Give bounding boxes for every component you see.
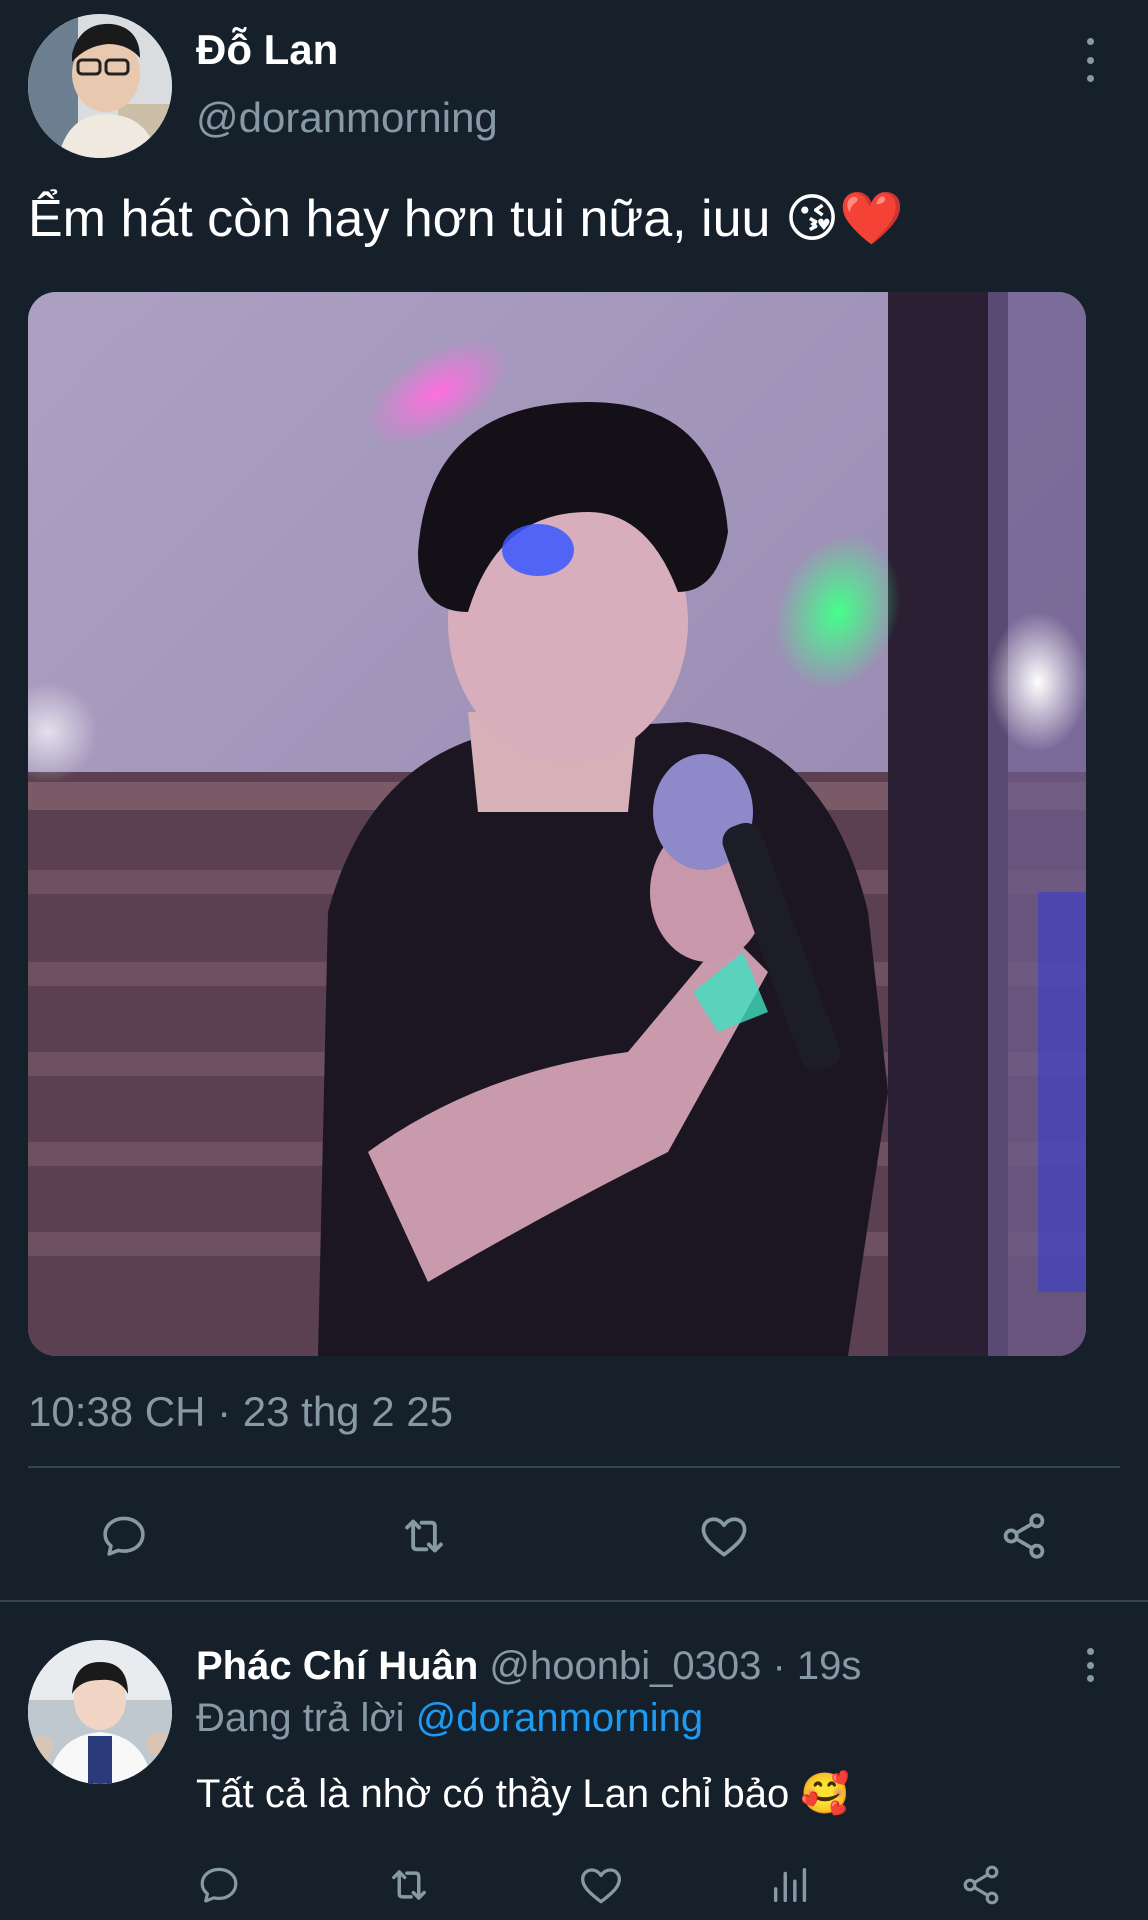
- share-button[interactable]: [994, 1506, 1054, 1566]
- replying-to-mention[interactable]: @doranmorning: [416, 1696, 703, 1740]
- divider-timestamp: [28, 1466, 1120, 1468]
- reply-time-separator: ·: [761, 1644, 797, 1688]
- reply-analytics-button[interactable]: [764, 1858, 818, 1912]
- reply-reply-button[interactable]: [192, 1858, 246, 1912]
- author-name[interactable]: Đỗ Lan: [196, 26, 338, 74]
- retweet-button[interactable]: [394, 1506, 454, 1566]
- reply-header: Phác Chí Huân @hoonbi_0303 · 19s: [196, 1644, 861, 1689]
- retweet-icon: [392, 1870, 426, 1900]
- tweet-timestamp[interactable]: 10:38 CH · 23 thg 2 25: [28, 1388, 453, 1436]
- share-icon: [1003, 1513, 1045, 1559]
- comment-bubble-icon: [103, 1516, 145, 1556]
- replying-label: Đang trả lời: [196, 1696, 405, 1740]
- reply-author-handle[interactable]: @hoonbi_0303: [489, 1644, 761, 1688]
- reply-text: Tất cả là nhờ có thầy Lan chỉ bảo 🥰: [196, 1772, 851, 1816]
- reply-more-options-icon[interactable]: [1078, 1648, 1102, 1682]
- like-button[interactable]: [694, 1506, 754, 1566]
- tweet-media-image[interactable]: [28, 292, 1086, 1356]
- karaoke-photo: [28, 292, 1086, 1356]
- reply-time[interactable]: 19s: [797, 1644, 862, 1688]
- divider-tweet-reply: [0, 1600, 1148, 1602]
- replying-to-line: Đang trả lời @doranmorning: [196, 1696, 703, 1741]
- analytics-bars-icon: [773, 1867, 807, 1903]
- heart-icon: [581, 1868, 621, 1904]
- reply-author-name[interactable]: Phác Chí Huân: [196, 1644, 478, 1688]
- tweet-text: Ểm hát còn hay hơn tui nữa, iuu 😘❤️: [28, 190, 904, 248]
- more-options-icon[interactable]: [1078, 38, 1102, 82]
- author-avatar-photo: [28, 14, 172, 158]
- share-icon: [963, 1865, 999, 1905]
- reply-author-avatar-photo: [28, 1640, 172, 1784]
- author-avatar[interactable]: [28, 14, 172, 158]
- author-handle[interactable]: @doranmorning: [196, 94, 498, 142]
- comment-bubble-icon: [200, 1867, 238, 1903]
- reply-like-button[interactable]: [574, 1858, 628, 1912]
- reply-retweet-button[interactable]: [382, 1858, 436, 1912]
- reply-share-button[interactable]: [954, 1858, 1008, 1912]
- heart-icon: [701, 1517, 747, 1557]
- retweet-icon: [405, 1519, 443, 1553]
- reply-button[interactable]: [94, 1506, 154, 1566]
- reply-author-avatar[interactable]: [28, 1640, 172, 1784]
